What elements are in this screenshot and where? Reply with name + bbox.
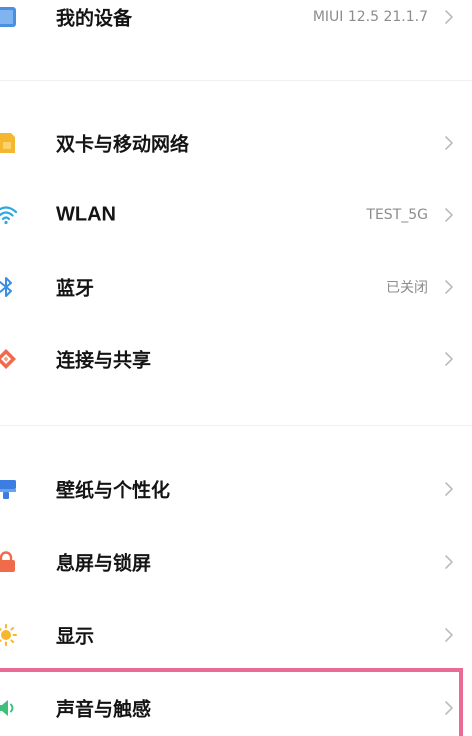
chevron-right-icon xyxy=(445,352,453,366)
settings-item-wlan[interactable]: WLAN TEST_5G xyxy=(0,180,472,250)
settings-item-lock[interactable]: 息屏与锁屏 xyxy=(0,527,472,597)
chevron-right-icon xyxy=(445,208,453,222)
sun-icon xyxy=(0,624,17,646)
chevron-right-icon xyxy=(445,701,453,715)
chevron-right-icon xyxy=(445,482,453,496)
settings-item-wallpaper[interactable]: 壁纸与个性化 xyxy=(0,454,472,524)
phone-icon xyxy=(0,7,16,27)
settings-item-label: 显示 xyxy=(56,625,95,648)
settings-item-label: 息屏与锁屏 xyxy=(56,552,152,575)
settings-item-bluetooth[interactable]: 蓝牙 已关闭 xyxy=(0,252,472,322)
settings-item-label: 双卡与移动网络 xyxy=(56,133,190,156)
bluetooth-icon xyxy=(0,277,12,297)
sim-card-icon xyxy=(0,133,15,153)
chevron-right-icon xyxy=(445,10,453,24)
settings-item-my-device[interactable]: 我的设备 MIUI 12.5 21.1.7 xyxy=(0,0,472,52)
chevron-right-icon xyxy=(445,280,453,294)
settings-item-label: 声音与触感 xyxy=(56,698,152,721)
settings-item-label: WLAN xyxy=(56,203,116,226)
share-icon xyxy=(0,349,16,369)
settings-item-label: 连接与共享 xyxy=(56,349,152,372)
chevron-right-icon xyxy=(445,136,453,150)
section-divider xyxy=(0,80,472,81)
settings-item-value: 已关闭 xyxy=(386,280,428,296)
chevron-right-icon xyxy=(445,628,453,642)
settings-item-label: 我的设备 xyxy=(56,7,133,30)
settings-item-connection[interactable]: 连接与共享 xyxy=(0,324,472,394)
settings-item-value: MIUI 12.5 21.1.7 xyxy=(312,9,428,25)
settings-item-value: TEST_5G xyxy=(366,207,428,223)
settings-screen: 我的设备 MIUI 12.5 21.1.7 双卡与移动网络 WLAN TEST_… xyxy=(0,0,472,736)
speaker-icon xyxy=(0,700,14,716)
settings-item-label: 蓝牙 xyxy=(56,277,95,300)
wifi-icon xyxy=(0,206,18,225)
brush-icon xyxy=(0,480,16,499)
settings-item-display[interactable]: 显示 xyxy=(0,600,472,670)
settings-item-sim[interactable]: 双卡与移动网络 xyxy=(0,108,472,178)
lock-icon xyxy=(0,551,15,572)
settings-item-label: 壁纸与个性化 xyxy=(56,479,171,502)
chevron-right-icon xyxy=(445,555,453,569)
section-divider xyxy=(0,425,472,426)
settings-item-sound[interactable]: 声音与触感 xyxy=(0,673,472,736)
